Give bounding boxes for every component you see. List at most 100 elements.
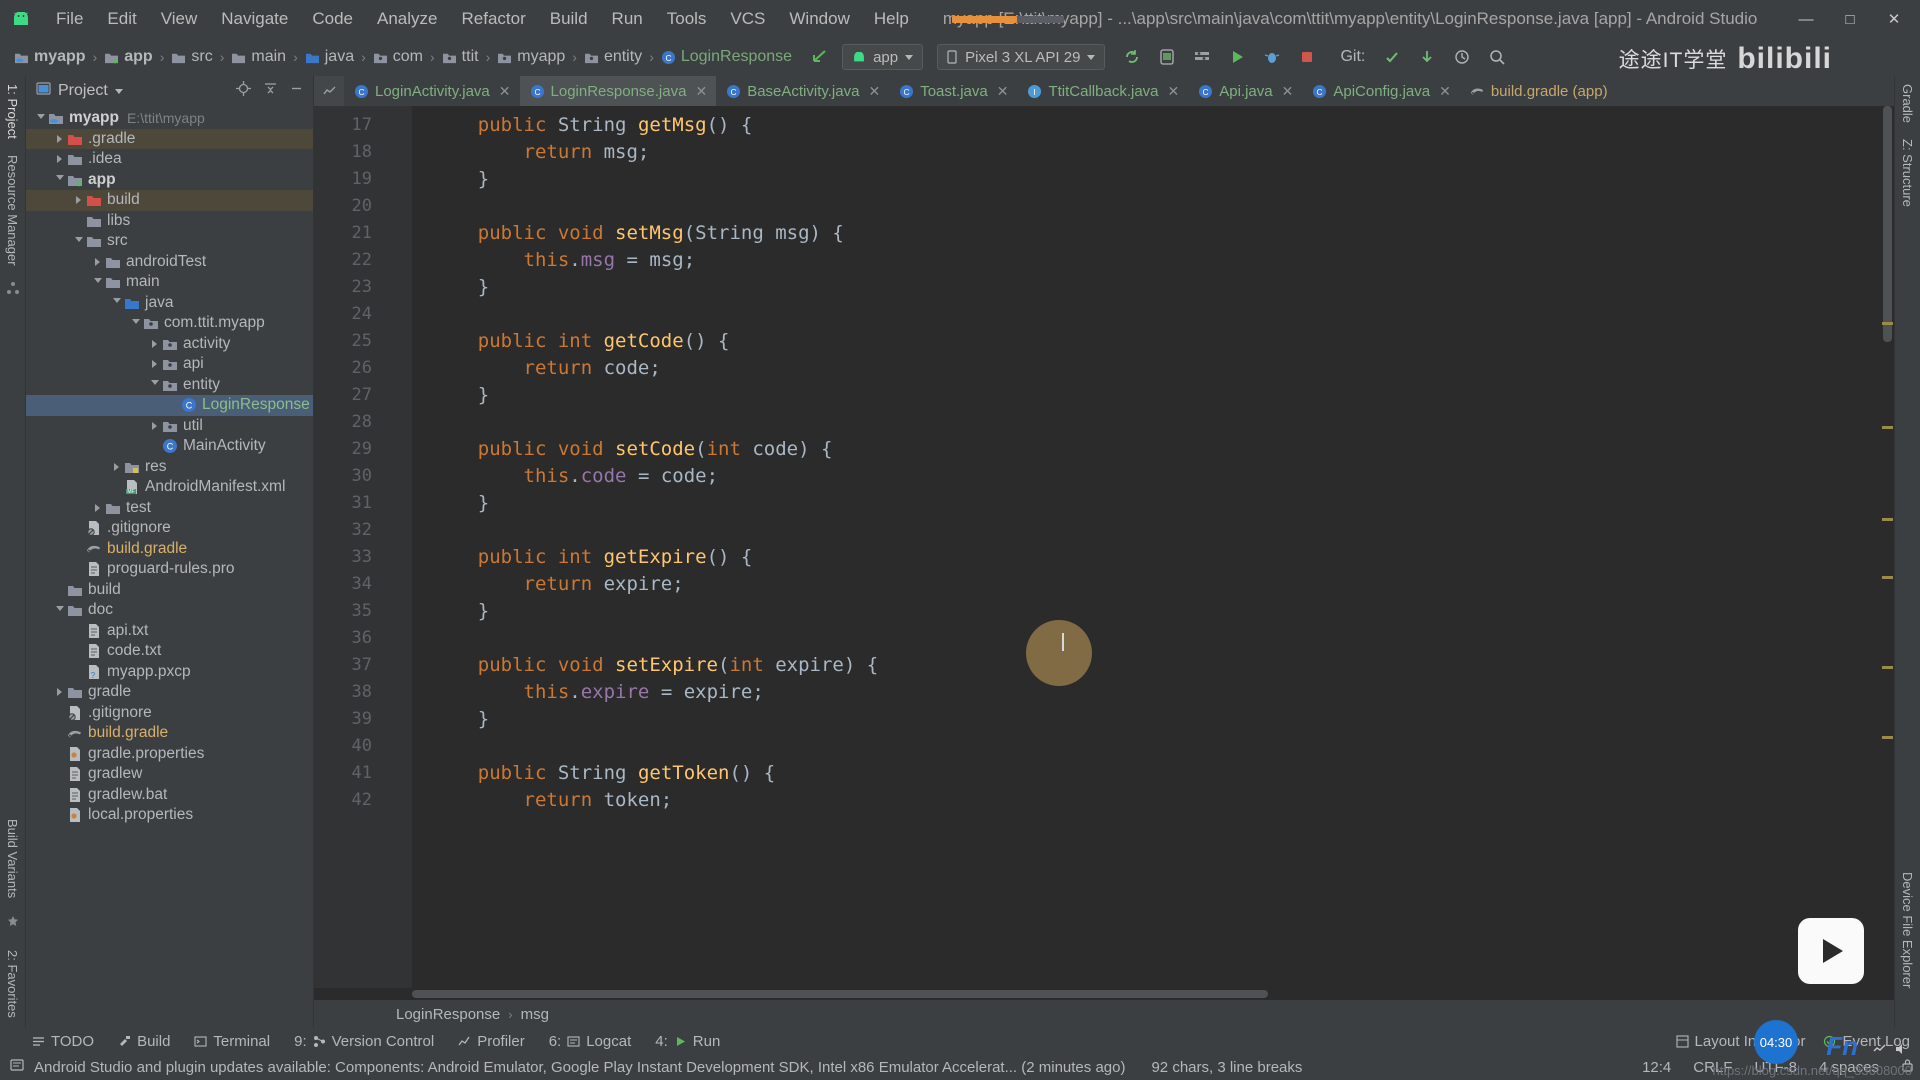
- maximize-button[interactable]: □: [1828, 0, 1872, 38]
- close-icon[interactable]: ✕: [1168, 83, 1180, 100]
- minimize-button[interactable]: —: [1784, 0, 1828, 38]
- avd-manager-icon[interactable]: [1156, 46, 1178, 68]
- chevron-right-icon[interactable]: [148, 360, 161, 369]
- line-number[interactable]: 29: [314, 436, 412, 463]
- editor-horizontal-scrollbar[interactable]: [314, 988, 1894, 1000]
- line-number[interactable]: 36: [314, 625, 412, 652]
- line-number[interactable]: 33: [314, 544, 412, 571]
- code-line[interactable]: [412, 625, 1880, 652]
- tree-item--gitignore[interactable]: .gitignore: [26, 703, 313, 724]
- line-number[interactable]: 18: [314, 139, 412, 166]
- line-number[interactable]: 20: [314, 193, 412, 220]
- line-number[interactable]: 22: [314, 247, 412, 274]
- chevron-right-icon[interactable]: [148, 421, 161, 430]
- sidebar-item-favorites[interactable]: 2: Favorites: [5, 950, 20, 1018]
- tool-window-todo[interactable]: TODO: [32, 1033, 94, 1050]
- breadcrumb-item-main[interactable]: main: [231, 48, 286, 66]
- chevron-down-icon[interactable]: [129, 318, 142, 328]
- chevron-right-icon[interactable]: [91, 503, 104, 512]
- sidebar-item-project[interactable]: 1: Project: [5, 84, 20, 139]
- code-editor[interactable]: 17 18 19 20 21 22 23 24 25 26 27 28 29 30 31 32 33 34 35 36…: [314, 106, 1894, 988]
- tree-item--gradle[interactable]: .gradle: [26, 128, 313, 149]
- tool-window-logcat[interactable]: 6: Logcat: [549, 1033, 632, 1050]
- chevron-down-icon[interactable]: [110, 298, 123, 307]
- tree-item-entity[interactable]: entity: [26, 375, 313, 396]
- tool-window-terminal[interactable]: Terminal: [194, 1033, 270, 1050]
- code-line[interactable]: }: [412, 706, 1880, 733]
- editor-tab-ttitcallback-java[interactable]: I TtitCallback.java ✕: [1017, 76, 1188, 106]
- breadcrumb-item-src[interactable]: src: [171, 48, 213, 66]
- status-message[interactable]: Android Studio and plugin updates availa…: [34, 1059, 1125, 1076]
- tree-item-gradle[interactable]: gradle: [26, 682, 313, 703]
- line-number[interactable]: 37: [314, 652, 412, 679]
- tree-item--gitignore[interactable]: .gitignore: [26, 518, 313, 539]
- tree-item-build[interactable]: build: [26, 190, 313, 211]
- menu-run[interactable]: Run: [600, 5, 655, 33]
- breadcrumb-member[interactable]: msg: [521, 1006, 549, 1023]
- code-line[interactable]: public String getMsg() {: [412, 112, 1880, 139]
- tool-window-version-control[interactable]: 9: Version Control: [294, 1033, 434, 1050]
- tree-item-gradle-properties[interactable]: gradle.properties: [26, 744, 313, 765]
- tree-item-res[interactable]: res: [26, 457, 313, 478]
- tab-list-icon[interactable]: [314, 76, 344, 106]
- caret-position-label[interactable]: 12:4: [1642, 1059, 1671, 1076]
- menu-edit[interactable]: Edit: [95, 5, 148, 33]
- editor-tab-apiconfig-java[interactable]: C ApiConfig.java ✕: [1302, 76, 1459, 106]
- line-number[interactable]: 31: [314, 490, 412, 517]
- editor-tab-loginresponse-java[interactable]: C LoginResponse.java ✕: [519, 76, 717, 106]
- menu-refactor[interactable]: Refactor: [449, 5, 537, 33]
- code-line[interactable]: public String getToken() {: [412, 760, 1880, 787]
- chevron-right-icon[interactable]: [91, 257, 104, 266]
- menu-analyze[interactable]: Analyze: [365, 5, 449, 33]
- commit-icon[interactable]: [1381, 46, 1403, 68]
- breadcrumb-item-myapp[interactable]: myapp: [497, 48, 565, 66]
- line-number[interactable]: 39: [314, 706, 412, 733]
- breadcrumb-item-app[interactable]: app: [104, 48, 153, 66]
- collapse-all-icon[interactable]: [263, 81, 278, 101]
- stop-icon[interactable]: [1296, 46, 1318, 68]
- chevron-right-icon[interactable]: [110, 462, 123, 471]
- chevron-down-icon[interactable]: [148, 380, 161, 389]
- history-icon[interactable]: [1451, 46, 1473, 68]
- code-line[interactable]: this.expire = expire;: [412, 679, 1880, 706]
- code-line[interactable]: [412, 193, 1880, 220]
- back-arrow-icon[interactable]: [808, 48, 828, 66]
- breadcrumb-item-java[interactable]: java: [305, 48, 354, 66]
- tree-item-main[interactable]: main: [26, 272, 313, 293]
- tree-item-gradlew-bat[interactable]: gradlew.bat: [26, 785, 313, 806]
- editor-tab-api-java[interactable]: C Api.java ✕: [1188, 76, 1302, 106]
- code-line[interactable]: }: [412, 166, 1880, 193]
- chevron-down-icon[interactable]: [53, 175, 66, 184]
- code-line[interactable]: [412, 301, 1880, 328]
- code-line[interactable]: public void setMsg(String msg) {: [412, 220, 1880, 247]
- update-icon[interactable]: [1416, 46, 1438, 68]
- tree-item-myapp[interactable]: myapp E:\ttit\myapp: [26, 108, 313, 129]
- tree-item-build-gradle[interactable]: build.gradle: [26, 723, 313, 744]
- line-number[interactable]: 19: [314, 166, 412, 193]
- line-number[interactable]: 24: [314, 301, 412, 328]
- chevron-right-icon[interactable]: [53, 155, 66, 164]
- breadcrumb-item-com[interactable]: com: [373, 48, 423, 66]
- chevron-right-icon[interactable]: [72, 196, 85, 205]
- chevron-right-icon[interactable]: [53, 688, 66, 697]
- line-number[interactable]: 17: [314, 112, 412, 139]
- tree-item-app[interactable]: app: [26, 170, 313, 191]
- line-number[interactable]: 38: [314, 679, 412, 706]
- hscroll-thumb[interactable]: [412, 990, 1268, 998]
- menu-code[interactable]: Code: [300, 5, 365, 33]
- close-icon[interactable]: ✕: [1282, 83, 1294, 100]
- tree-item-code-txt[interactable]: code.txt: [26, 641, 313, 662]
- structure-rail-icon[interactable]: [6, 281, 20, 300]
- tool-window-run[interactable]: 4: Run: [655, 1033, 720, 1050]
- tree-item-api-txt[interactable]: api.txt: [26, 621, 313, 642]
- tree-item-src[interactable]: src: [26, 231, 313, 252]
- line-number[interactable]: 42: [314, 787, 412, 814]
- menu-build[interactable]: Build: [538, 5, 600, 33]
- chevron-down-icon[interactable]: [91, 277, 104, 287]
- search-everywhere-icon[interactable]: [1486, 46, 1508, 68]
- sidebar-item-device-file-explorer[interactable]: Device File Explorer: [1900, 872, 1915, 988]
- line-number[interactable]: 25: [314, 328, 412, 355]
- code-line[interactable]: this.msg = msg;: [412, 247, 1880, 274]
- chevron-down-icon[interactable]: [34, 113, 47, 123]
- line-number-gutter[interactable]: 17 18 19 20 21 22 23 24 25 26 27 28 29 30 31 32 33 34 35 36…: [314, 106, 412, 988]
